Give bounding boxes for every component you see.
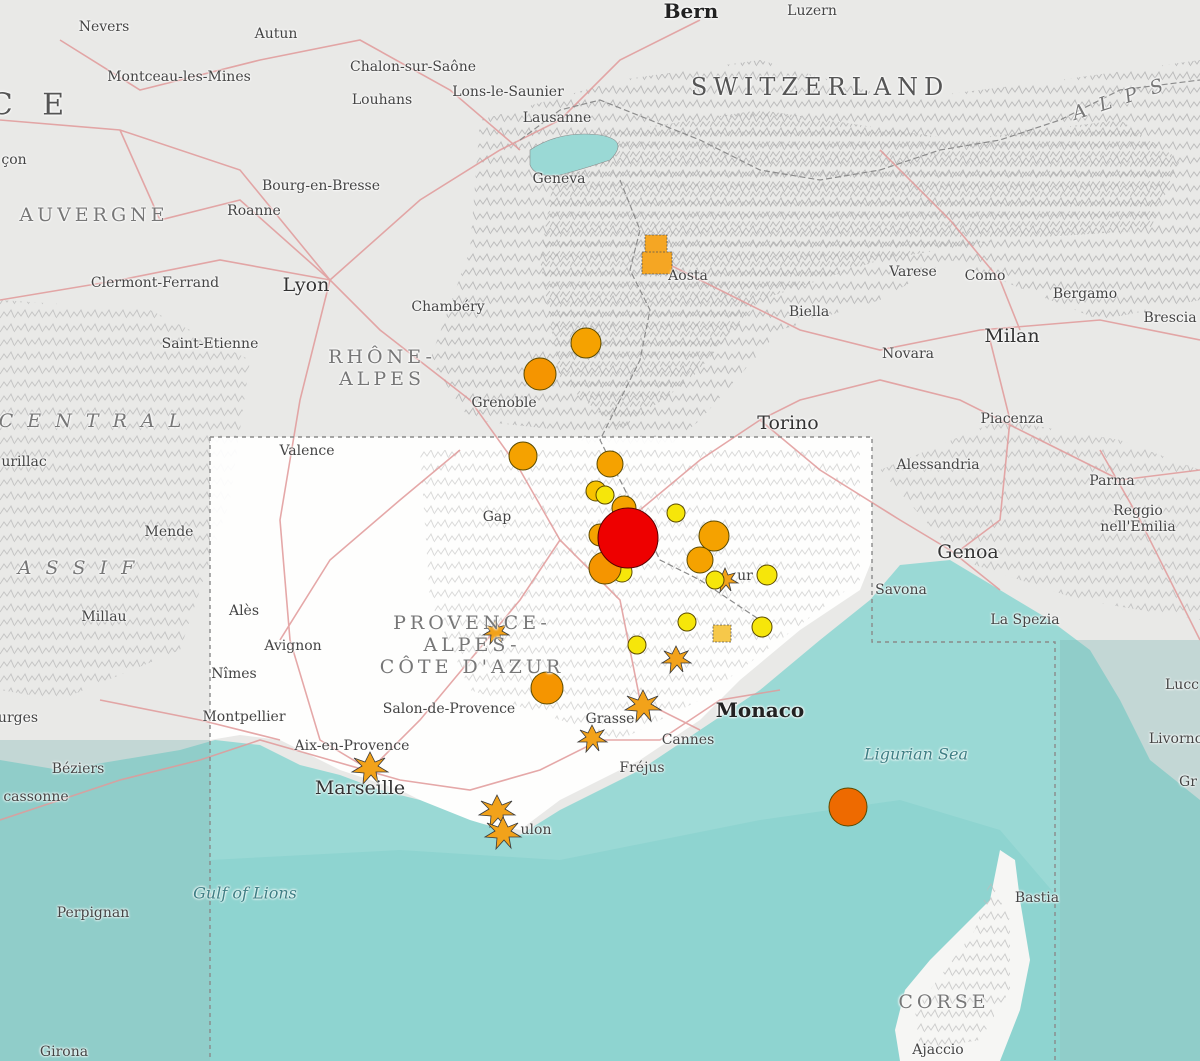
label-saint-etienne: Saint-Etienne: [161, 336, 259, 352]
label-nevers: Nevers: [78, 19, 130, 35]
label-valence: Valence: [279, 443, 335, 459]
label-reggio: Reggio nell'Emilia: [1100, 503, 1176, 535]
label-clermont: Clermont-Ferrand: [90, 275, 220, 291]
label-ajaccio: Ajaccio: [912, 1042, 964, 1058]
label-beziers: Béziers: [51, 761, 105, 777]
label-centrale: C E N T R A L: [0, 410, 186, 433]
largest-quake-circle[interactable]: [597, 507, 659, 569]
label-gap: Gap: [482, 509, 512, 525]
quake-circle[interactable]: [595, 485, 615, 505]
label-ales: Alès: [228, 603, 260, 619]
label-monaco: Monaco: [715, 698, 805, 722]
label-con-fragment: çon: [1, 152, 27, 168]
quake-circle[interactable]: [508, 441, 538, 471]
circle-events: [508, 327, 868, 827]
label-geneva: Geneva: [532, 171, 586, 187]
label-bern: Bern: [663, 0, 719, 23]
label-autun: Autun: [254, 26, 298, 42]
label-grenoble: Grenoble: [471, 395, 537, 411]
label-mende: Mende: [144, 524, 194, 540]
label-aix: Aix-en-Provence: [294, 738, 410, 754]
label-bourg: Bourg-en-Bresse: [261, 178, 381, 194]
label-avignon: Avignon: [264, 638, 322, 654]
label-roanne: Roanne: [227, 203, 281, 219]
label-cannes: Cannes: [661, 732, 715, 748]
label-genoa: Genoa: [937, 541, 999, 563]
quake-circle[interactable]: [666, 503, 686, 523]
label-parma: Parma: [1089, 473, 1135, 489]
star-marker[interactable]: [660, 645, 693, 675]
star-marker[interactable]: [576, 724, 609, 754]
label-girona: Girona: [39, 1044, 89, 1060]
label-nice-fragment: ur: [737, 568, 753, 584]
label-marseille: Marseille: [314, 777, 406, 799]
label-gulf-of-lions: Gulf of Lions: [193, 883, 297, 903]
label-lons: Lons-le-Saunier: [452, 84, 564, 100]
label-savona: Savona: [875, 582, 927, 598]
label-ligurian-sea: Ligurian Sea: [864, 744, 968, 764]
label-brescia: Brescia: [1143, 310, 1197, 326]
label-auvergne: AUVERGNE: [19, 204, 169, 227]
label-switzerland: SWITZERLAND: [690, 73, 950, 101]
label-urges-fragment: urges: [0, 710, 39, 726]
label-rhone-alpes: RHÔNE- ALPES: [328, 346, 436, 390]
label-massif: A S S I F: [17, 557, 139, 580]
label-montpellier: Montpellier: [202, 709, 286, 725]
label-alessandria: Alessandria: [896, 457, 980, 473]
label-corse: CORSE: [898, 991, 990, 1014]
quake-circle[interactable]: [705, 570, 725, 590]
label-salon: Salon-de-Provence: [382, 701, 516, 717]
label-grasse: Grasse: [585, 711, 635, 727]
label-carcassonne: cassonne: [3, 789, 69, 805]
label-livorno: Livorno: [1148, 731, 1200, 747]
label-varese: Varese: [889, 264, 937, 280]
label-aosta: Aosta: [668, 268, 708, 284]
label-louhans: Louhans: [351, 92, 413, 108]
label-torino: Torino: [757, 412, 819, 434]
quake-circle[interactable]: [677, 612, 697, 632]
label-la-spezia: La Spezia: [990, 612, 1060, 628]
label-frejus: Fréjus: [619, 760, 665, 776]
label-perpignan: Perpignan: [56, 905, 130, 921]
label-chalon: Chalon-sur-Saône: [349, 59, 477, 75]
label-lucca: Lucc: [1165, 677, 1199, 693]
quake-circle[interactable]: [686, 546, 714, 574]
label-lyon: Lyon: [282, 274, 330, 296]
label-lausanne: Lausanne: [522, 110, 592, 126]
label-aurillac: urillac: [1, 454, 47, 470]
label-france-fragment: C E: [0, 87, 75, 123]
earthquake-map[interactable]: Bern Luzern Nevers Autun Montceau-les-Mi…: [0, 0, 1200, 1061]
quake-circle[interactable]: [751, 616, 773, 638]
quake-circle[interactable]: [756, 564, 778, 586]
label-piacenza: Piacenza: [980, 411, 1044, 427]
label-nimes: Nîmes: [211, 666, 257, 682]
label-paca: PROVENCE- ALPES- CÔTE D'AZUR: [379, 612, 565, 678]
quake-circle[interactable]: [596, 450, 624, 478]
label-como: Como: [964, 268, 1006, 284]
label-bastia: Bastia: [1014, 890, 1060, 906]
quake-circle[interactable]: [627, 635, 647, 655]
star-marker[interactable]: [477, 794, 517, 829]
label-millau: Millau: [81, 609, 127, 625]
quake-circle[interactable]: [828, 787, 868, 827]
label-montceau: Montceau-les-Mines: [107, 69, 251, 85]
square-marker[interactable]: [712, 624, 732, 643]
label-biella: Biella: [788, 304, 830, 320]
label-toulon: ulon: [520, 822, 552, 838]
label-luzern: Luzern: [787, 3, 837, 19]
quake-circle[interactable]: [523, 357, 557, 391]
label-milan: Milan: [984, 325, 1040, 347]
label-novara: Novara: [882, 346, 934, 362]
quake-circle[interactable]: [570, 327, 602, 359]
label-bergamo: Bergamo: [1052, 286, 1118, 302]
quake-circle[interactable]: [698, 520, 730, 552]
label-gr-fragment: Gr: [1179, 774, 1197, 790]
label-chambery: Chambéry: [411, 299, 485, 315]
